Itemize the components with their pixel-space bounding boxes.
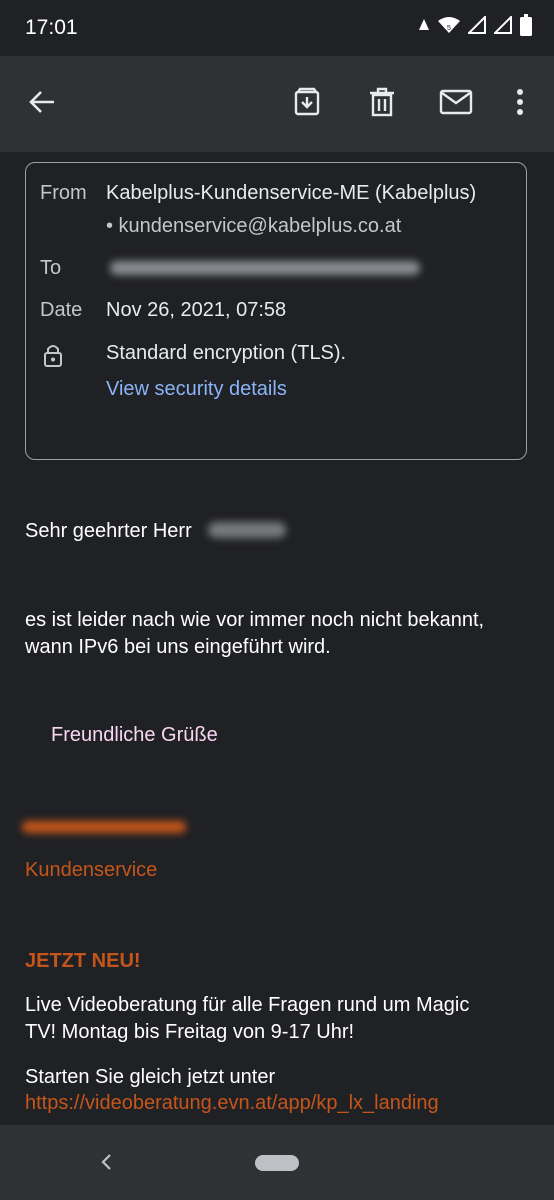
battery-icon — [520, 13, 532, 41]
signal-icon — [466, 14, 486, 39]
start-text: Starten Sie gleich jetzt unter — [25, 1066, 276, 1088]
delete-icon — [368, 87, 396, 122]
date-value: Nov 26, 2021, 07:58 — [106, 299, 287, 321]
alert-icon — [418, 18, 430, 37]
back-arrow-icon — [28, 88, 56, 121]
message-paragraph: es ist leider nach wie vor immer noch ni… — [25, 607, 550, 661]
signal-icon — [492, 14, 512, 39]
promo-heading: JETZT NEU! — [25, 950, 141, 972]
status-bar: 17:01 5 — [0, 0, 554, 56]
promo-line: TV! Montag bis Freitag von 9-17 Uhr! — [25, 1021, 355, 1043]
greeting: Sehr geehrter Herr — [25, 520, 192, 542]
mark-unread-button[interactable] — [436, 84, 476, 124]
paragraph-line: wann IPv6 bei uns eingeführt wird. — [25, 636, 331, 658]
promo-line: Live Videoberatung für alle Fragen rund … — [25, 994, 470, 1016]
signature-department: Kundenservice — [25, 859, 158, 881]
status-time: 17:01 — [25, 16, 78, 39]
svg-text:5: 5 — [447, 25, 451, 32]
redacted-signature-name — [22, 821, 186, 833]
redacted-name — [208, 522, 286, 538]
from-label: From — [40, 182, 87, 204]
date-label: Date — [40, 299, 83, 321]
email-content: From Kabelplus-Kundenservice-ME (Kabelpl… — [0, 152, 554, 1125]
video-consultation-link[interactable]: https://videoberatung.evn.at/app/kp_lx_l… — [25, 1090, 439, 1117]
app-bar — [0, 56, 554, 152]
archive-icon — [292, 87, 322, 122]
message-details-card: From Kabelplus-Kundenservice-ME (Kabelpl… — [25, 162, 527, 460]
promo-text: Live Videoberatung für alle Fragen rund … — [25, 992, 550, 1046]
mark-unread-icon — [439, 89, 473, 120]
delete-button[interactable] — [362, 84, 402, 124]
to-label: To — [40, 257, 62, 279]
closing-text: Freundliche Grüße — [51, 724, 218, 746]
nav-back-icon[interactable] — [100, 1153, 112, 1176]
redacted-recipient — [110, 261, 420, 275]
home-pill[interactable] — [255, 1155, 299, 1171]
more-options-button[interactable] — [500, 84, 540, 124]
archive-button[interactable] — [287, 84, 327, 124]
lock-icon — [43, 343, 63, 372]
from-email: • kundenservice@kabelplus.co.at — [106, 215, 402, 237]
back-button[interactable] — [22, 84, 62, 124]
more-vert-icon — [516, 88, 524, 121]
view-security-details-link[interactable]: View security details — [106, 378, 287, 401]
paragraph-line: es ist leider nach wie vor immer noch ni… — [25, 609, 485, 631]
status-icons: 5 — [418, 13, 532, 41]
wifi-icon: 5 — [438, 16, 460, 39]
encryption-text: Standard encryption (TLS). — [106, 342, 347, 364]
from-name: Kabelplus-Kundenservice-ME (Kabelplus) — [106, 182, 477, 204]
navigation-bar — [0, 1125, 554, 1200]
